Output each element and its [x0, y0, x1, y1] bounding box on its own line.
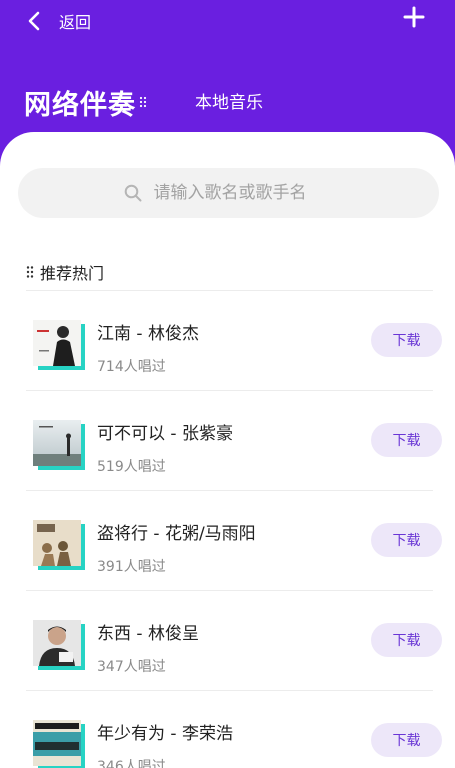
song-title: 江南 - 林俊杰 [97, 324, 199, 344]
tab-online-accompaniment[interactable]: 网络伴奏 [24, 83, 136, 122]
search-icon [124, 184, 141, 202]
song-title: 东西 - 林俊呈 [97, 624, 199, 644]
list-item[interactable]: 江南 - 林俊杰 714人唱过 下载 [0, 291, 455, 391]
song-cover [33, 720, 85, 768]
sing-count: 346人唱过 [97, 759, 166, 768]
album-cover-image [33, 520, 81, 566]
download-button[interactable]: 下载 [371, 523, 442, 557]
song-cover [33, 320, 85, 370]
album-cover-image [33, 720, 81, 766]
section-title: 推荐热门 [40, 264, 105, 283]
download-button[interactable]: 下载 [371, 423, 442, 457]
tab-bar: 网络伴奏 本地音乐 [24, 82, 263, 122]
plus-icon[interactable] [403, 6, 425, 28]
album-cover-image [33, 320, 81, 366]
section-header: 推荐热门 [26, 260, 104, 284]
back-label: 返回 [59, 13, 92, 32]
chevron-left-icon [28, 11, 40, 31]
search-bar[interactable] [18, 168, 439, 218]
album-cover-image [33, 620, 81, 666]
list-item[interactable]: 可不可以 - 张紫豪 519人唱过 下载 [0, 391, 455, 491]
sing-count: 391人唱过 [97, 559, 166, 575]
song-cover [33, 620, 85, 670]
sing-count: 347人唱过 [97, 659, 166, 675]
album-cover-image [33, 420, 81, 466]
list-item[interactable]: 盗将行 - 花粥/马雨阳 391人唱过 下载 [0, 491, 455, 591]
song-list: 江南 - 林俊杰 714人唱过 下载 可不可以 - 张紫豪 519人唱过 下载 [0, 291, 455, 768]
sing-count: 714人唱过 [97, 359, 166, 375]
song-cover [33, 420, 85, 470]
download-button[interactable]: 下载 [371, 623, 442, 657]
song-title: 可不可以 - 张紫豪 [97, 424, 233, 444]
list-item[interactable]: 东西 - 林俊呈 347人唱过 下载 [0, 591, 455, 691]
song-title: 盗将行 - 花粥/马雨阳 [97, 524, 256, 544]
song-title: 年少有为 - 李荣浩 [97, 724, 233, 744]
drag-handle-icon [139, 96, 147, 108]
back-button[interactable]: 返回 [26, 8, 91, 34]
download-button[interactable]: 下载 [371, 323, 442, 357]
download-button[interactable]: 下载 [371, 723, 442, 757]
sing-count: 519人唱过 [97, 459, 166, 475]
search-input[interactable] [153, 183, 334, 203]
drag-handle-icon [26, 266, 34, 278]
list-item[interactable]: 年少有为 - 李荣浩 346人唱过 下载 [0, 691, 455, 768]
content-panel: 推荐热门 江南 - 林俊杰 714人唱过 下载 [0, 132, 455, 768]
song-cover [33, 520, 85, 570]
tab-local-music[interactable]: 本地音乐 [195, 88, 263, 113]
